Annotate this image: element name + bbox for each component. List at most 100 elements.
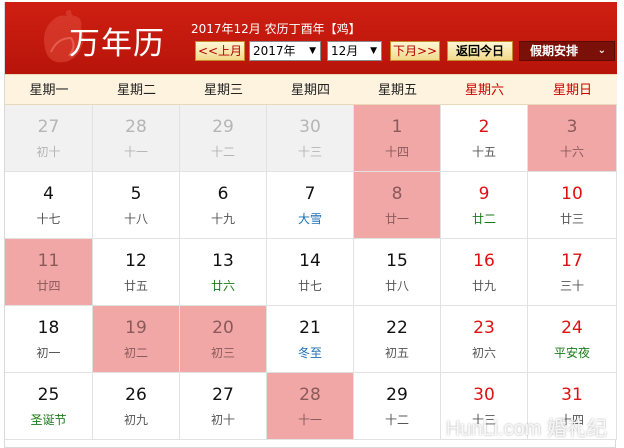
day-number: 27 [37, 117, 60, 137]
month-select-value: 12月 [331, 44, 359, 58]
day-cell[interactable]: 4 十七 [5, 172, 93, 239]
lunar-date: 廿三 [559, 212, 584, 226]
day-number: 8 [391, 184, 403, 204]
day-cell[interactable]: 30 十三 [267, 105, 354, 172]
day-number: 6 [217, 184, 229, 204]
day-cell[interactable]: 1 十四 [354, 105, 441, 172]
day-cell[interactable]: 27 初十 [5, 105, 93, 172]
lunar-date: 廿九 [471, 279, 496, 293]
day-cell[interactable]: 3 十六 [528, 105, 617, 172]
day-number: 25 [37, 385, 60, 405]
lunar-date: 大雪 [297, 212, 322, 226]
back-to-today-button[interactable]: 返回今日 [447, 41, 513, 61]
day-number: 30 [473, 385, 495, 405]
day-number: 23 [473, 318, 495, 338]
year-select[interactable]: 2017年 ▼ [249, 41, 321, 61]
lunar-date: 三十 [559, 279, 584, 293]
day-cell[interactable]: 10 廿三 [528, 172, 617, 239]
day-number: 17 [561, 251, 583, 271]
day-cell[interactable]: 12 廿五 [93, 239, 180, 306]
lunar-date: 十九 [210, 212, 235, 226]
month-select[interactable]: 12月 ▼ [327, 41, 382, 61]
day-cell[interactable]: 17 三十 [528, 239, 617, 306]
lunar-date: 初六 [471, 346, 496, 360]
day-number: 31 [561, 385, 583, 405]
weekday-label: 星期二 [116, 83, 156, 98]
lunar-date: 十三 [297, 145, 322, 159]
day-cell[interactable]: 22 初五 [354, 306, 441, 373]
day-cell[interactable]: 15 廿八 [354, 239, 441, 306]
chevron-down-icon: ⌄ [597, 45, 606, 56]
weekday-label: 星期三 [203, 83, 243, 98]
day-cell[interactable]: 28 十一 [267, 373, 354, 440]
lunar-date: 圣诞节 [30, 413, 67, 427]
day-cell[interactable]: 25 圣诞节 [5, 373, 93, 440]
lunar-date: 十一 [297, 413, 322, 427]
dropdown-arrow-icon: ▼ [370, 46, 377, 56]
day-number: 3 [566, 117, 578, 137]
day-number: 1 [391, 117, 403, 137]
watermark: HunLi.com 婚礼纪 [445, 418, 607, 440]
lunar-date: 廿七 [297, 279, 322, 293]
date-info: 2017年12月 农历丁酉年【鸡】 [191, 22, 361, 36]
lunar-date: 十一 [123, 145, 148, 159]
lunar-date: 廿六 [210, 279, 235, 293]
weekday-label: 星期日 [552, 83, 592, 98]
weekday-label: 星期五 [377, 83, 417, 98]
day-number: 9 [478, 184, 490, 204]
day-cell[interactable]: 2 十五 [441, 105, 528, 172]
day-number: 27 [212, 385, 234, 405]
day-cell[interactable]: 18 初一 [5, 306, 93, 373]
day-number: 11 [37, 251, 60, 271]
day-cell[interactable]: 23 初六 [441, 306, 528, 373]
day-cell[interactable]: 5 十八 [93, 172, 180, 239]
day-number: 26 [125, 385, 147, 405]
lunar-date: 平安夜 [553, 346, 590, 360]
holiday-schedule-dropdown[interactable]: 假期安排 ⌄ [519, 41, 615, 61]
day-number: 5 [130, 184, 142, 204]
day-cell[interactable]: 24 平安夜 [528, 306, 617, 373]
day-cell[interactable]: 28 十一 [93, 105, 180, 172]
calendar: 万年历 2017年12月 农历丁酉年【鸡】 <<上月 2017年 ▼ 12月 ▼… [4, 2, 617, 448]
day-cell[interactable]: 20 初三 [180, 306, 267, 373]
lunar-date: 初二 [123, 346, 148, 360]
day-number: 7 [304, 184, 316, 204]
weekday-label: 星期四 [290, 83, 330, 98]
day-number: 30 [299, 117, 321, 137]
day-number: 2 [478, 117, 490, 137]
day-number: 28 [299, 385, 321, 405]
day-cell[interactable]: 13 廿六 [180, 239, 267, 306]
lunar-date: 廿四 [36, 279, 61, 293]
day-cell[interactable]: 7 大雪 [267, 172, 354, 239]
weekday-label: 星期一 [29, 83, 69, 98]
lunar-date: 冬至 [297, 346, 322, 360]
day-number: 22 [386, 318, 408, 338]
day-cell[interactable]: 26 初九 [93, 373, 180, 440]
day-cell[interactable]: 29 十二 [180, 105, 267, 172]
day-number: 12 [125, 251, 147, 271]
day-number: 4 [43, 184, 54, 204]
day-number: 19 [125, 318, 147, 338]
day-number: 16 [473, 251, 495, 271]
next-month-button[interactable]: 下月>> [390, 41, 440, 61]
prev-month-button[interactable]: <<上月 [195, 41, 245, 61]
logo-title: 万年历 [69, 26, 165, 62]
lunar-date: 初一 [36, 346, 61, 360]
day-cell[interactable]: 11 廿四 [5, 239, 93, 306]
day-cell[interactable]: 8 廿一 [354, 172, 441, 239]
day-cell[interactable]: 9 廿二 [441, 172, 528, 239]
year-select-value: 2017年 [253, 44, 296, 58]
calendar-controls: <<上月 2017年 ▼ 12月 ▼ 下月>> 返回今日 假期安排 ⌄ [191, 41, 615, 61]
day-number: 28 [125, 117, 147, 137]
lunar-date: 初九 [123, 413, 148, 427]
day-cell[interactable]: 27 初十 [180, 373, 267, 440]
day-number: 13 [212, 251, 234, 271]
lunar-date: 十七 [36, 212, 61, 226]
day-cell[interactable]: 14 廿七 [267, 239, 354, 306]
day-cell[interactable]: 29 十二 [354, 373, 441, 440]
day-cell[interactable]: 16 廿九 [441, 239, 528, 306]
day-cell[interactable]: 19 初二 [93, 306, 180, 373]
day-cell[interactable]: 21 冬至 [267, 306, 354, 373]
day-cell[interactable]: 6 十九 [180, 172, 267, 239]
lunar-date: 十二 [210, 145, 235, 159]
